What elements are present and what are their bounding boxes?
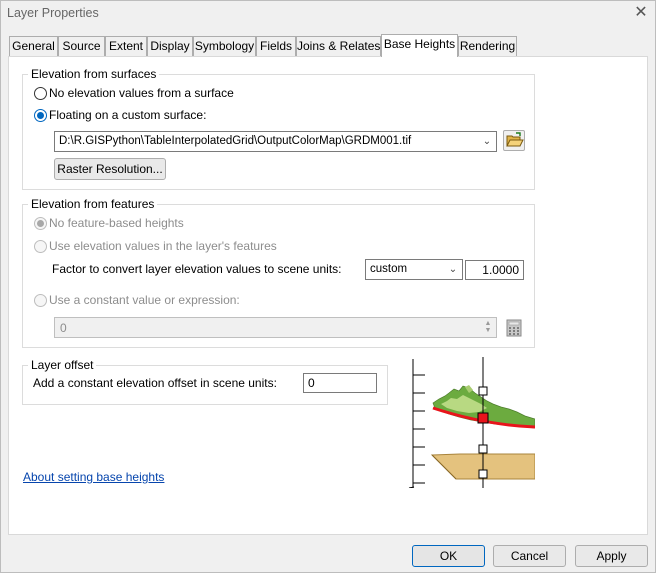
tab-source[interactable]: Source [58,36,105,56]
expression-spinner[interactable]: ▲ ▼ [482,320,494,335]
factor-label: Factor to convert layer elevation values… [52,262,342,276]
offset-input[interactable]: 0 [303,373,377,393]
cancel-button[interactable]: Cancel [493,545,566,567]
tab-base-heights[interactable]: Base Heights [381,34,458,57]
layer-properties-window: Layer Properties ✕ General Source Extent… [0,0,656,573]
calculator-button[interactable] [504,318,524,338]
tab-symbology[interactable]: Symbology [193,36,256,56]
no-surface-label[interactable]: No elevation values from a surface [49,86,234,100]
ok-button[interactable]: OK [412,545,485,567]
tab-rendering[interactable]: Rendering [458,36,517,56]
unit-select-value: custom [370,263,408,275]
floating-surface-radio[interactable] [34,109,47,122]
expression-field[interactable]: 0 ▲ ▼ [54,317,497,338]
features-legend: Elevation from features [28,197,158,211]
chevron-down-icon: ⌄ [482,136,492,147]
tab-joins-relates[interactable]: Joins & Relates [296,36,381,56]
surfaces-legend: Elevation from surfaces [28,67,160,81]
offset-label: Add a constant elevation offset in scene… [33,376,277,390]
feature-values-label[interactable]: Use elevation values in the layer's feat… [49,239,277,253]
tab-extent[interactable]: Extent [105,36,147,56]
surface-path-select[interactable]: D:\R.GISPython\TableInterpolatedGrid\Out… [54,131,497,152]
feature-values-radio[interactable] [34,240,47,253]
apply-button[interactable]: Apply [575,545,648,567]
tab-display[interactable]: Display [147,36,193,56]
browse-surface-button[interactable] [503,130,525,151]
surface-path-value: D:\R.GISPython\TableInterpolatedGrid\Out… [59,135,412,147]
close-icon[interactable]: ✕ [629,3,653,23]
floating-surface-label[interactable]: Floating on a custom surface: [49,108,206,122]
chevron-down-icon: ⌄ [448,264,458,275]
window-title: Layer Properties [7,6,99,20]
factor-input[interactable]: 1.0000 [465,260,524,280]
unit-select[interactable]: custom ⌄ [365,259,463,280]
help-link[interactable]: About setting base heights [23,470,164,484]
tab-fields[interactable]: Fields [256,36,296,56]
no-surface-radio[interactable] [34,87,47,100]
offset-legend: Layer offset [28,358,97,372]
base-heights-illustration [405,357,535,488]
raster-resolution-button[interactable]: Raster Resolution... [54,158,166,180]
tab-panel: Elevation from surfaces No elevation val… [8,56,648,535]
calculator-icon [506,319,522,337]
constant-expression-label[interactable]: Use a constant value or expression: [49,293,240,307]
expression-value: 0 [60,321,67,335]
no-feature-heights-label[interactable]: No feature-based heights [49,216,184,230]
tab-general[interactable]: General [9,36,58,56]
no-feature-heights-radio[interactable] [34,217,47,230]
open-folder-icon [506,132,524,147]
constant-expression-radio[interactable] [34,294,47,307]
